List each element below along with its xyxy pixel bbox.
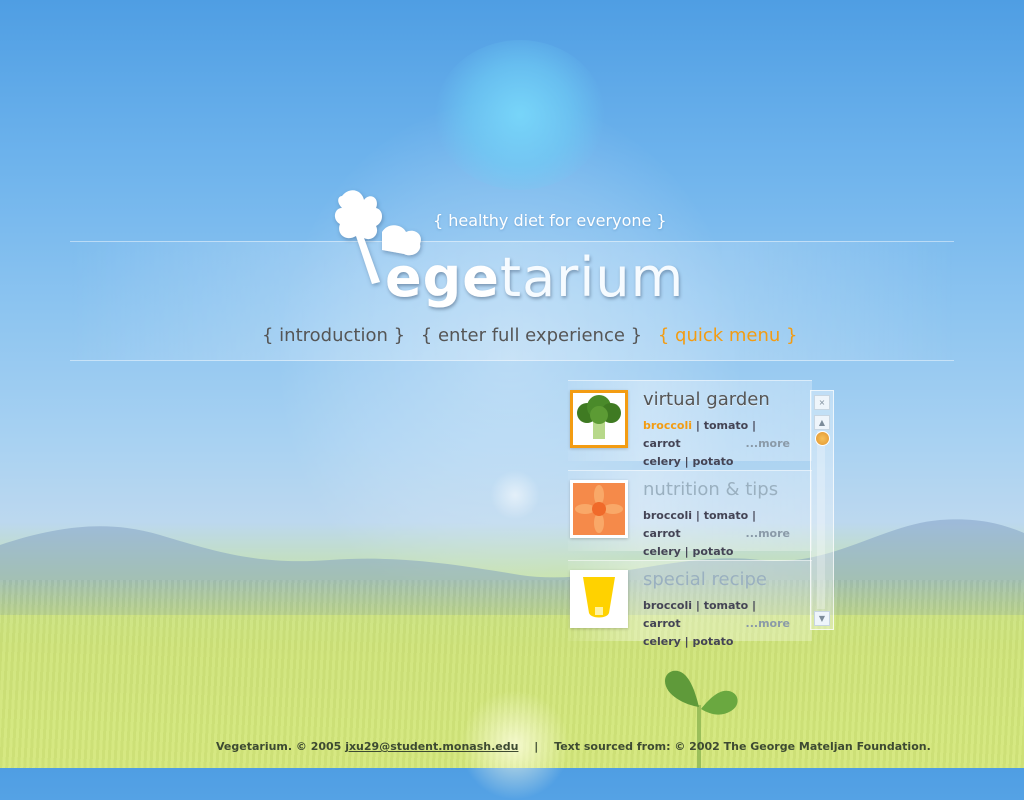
link-broccoli[interactable]: broccoli — [643, 509, 692, 522]
footer-separator: | — [534, 740, 539, 753]
link-celery[interactable]: celery — [643, 545, 681, 558]
broccoli-icon — [573, 393, 625, 445]
more-link[interactable]: ...more — [746, 435, 790, 453]
nav-enter-full-experience[interactable]: { enter full experience } — [421, 325, 642, 346]
link-potato[interactable]: potato — [693, 635, 734, 648]
scroll-down-icon[interactable]: ▼ — [814, 611, 830, 626]
more-link[interactable]: ...more — [746, 525, 790, 543]
scroll-track[interactable] — [817, 431, 825, 609]
link-carrot[interactable]: carrot — [643, 617, 681, 630]
card-links: broccoli | tomato | carrot celery | pota… — [643, 509, 790, 558]
link-broccoli[interactable]: broccoli — [643, 419, 692, 432]
more-link[interactable]: ...more — [746, 615, 790, 633]
brand-text-light: tarium — [499, 246, 685, 309]
footer-source: Text sourced from: © 2002 The George Mat… — [554, 740, 931, 753]
tagline: { healthy diet for everyone } — [433, 211, 667, 230]
link-broccoli[interactable]: broccoli — [643, 599, 692, 612]
brand-text-bold: ege — [385, 246, 500, 309]
footer-copyright: Vegetarium. © 2005 — [216, 740, 342, 753]
quick-menu-panel: virtual garden broccoli | tomato | carro… — [568, 380, 812, 648]
menu-card-virtual-garden[interactable]: virtual garden broccoli | tomato | carro… — [568, 380, 812, 468]
link-tomato[interactable]: tomato — [704, 599, 749, 612]
link-potato[interactable]: potato — [693, 455, 734, 468]
link-potato[interactable]: potato — [693, 545, 734, 558]
special-recipe-thumbnail[interactable] — [570, 570, 628, 628]
card-title: special recipe — [643, 569, 768, 590]
footer: Vegetarium. © 2005 jxu29@student.monash.… — [216, 740, 931, 753]
card-links: broccoli | tomato | carrot celery | pota… — [643, 419, 790, 468]
nav-quick-menu[interactable]: { quick menu } — [658, 325, 798, 346]
menu-card-nutrition-tips[interactable]: nutrition & tips broccoli | tomato | car… — [568, 470, 812, 558]
background-sun — [435, 40, 605, 190]
scroll-up-icon[interactable]: ▲ — [814, 415, 830, 430]
card-title: nutrition & tips — [643, 479, 779, 500]
link-carrot[interactable]: carrot — [643, 437, 681, 450]
footer-email-link[interactable]: jxu29@student.monash.edu — [345, 740, 518, 753]
link-carrot[interactable]: carrot — [643, 527, 681, 540]
link-tomato[interactable]: tomato — [704, 419, 749, 432]
link-tomato[interactable]: tomato — [704, 509, 749, 522]
nav-introduction[interactable]: { introduction } — [262, 325, 405, 346]
scroll-thumb[interactable] — [815, 431, 830, 446]
nutrition-tips-thumbnail[interactable] — [570, 480, 628, 538]
yellow-glass-icon — [573, 573, 625, 625]
link-celery[interactable]: celery — [643, 455, 681, 468]
close-icon[interactable]: × — [814, 395, 830, 410]
card-title: virtual garden — [643, 389, 770, 410]
site-logo-text: egetarium — [385, 246, 684, 309]
flower-icon — [573, 483, 625, 535]
quick-menu-scrollbar[interactable]: × ▲ ▼ — [810, 390, 834, 630]
menu-card-special-recipe[interactable]: special recipe broccoli | tomato | carro… — [568, 560, 812, 648]
main-nav: { introduction } { enter full experience… — [262, 325, 808, 346]
card-links: broccoli | tomato | carrot celery | pota… — [643, 599, 790, 648]
link-celery[interactable]: celery — [643, 635, 681, 648]
virtual-garden-thumbnail[interactable] — [570, 390, 628, 448]
